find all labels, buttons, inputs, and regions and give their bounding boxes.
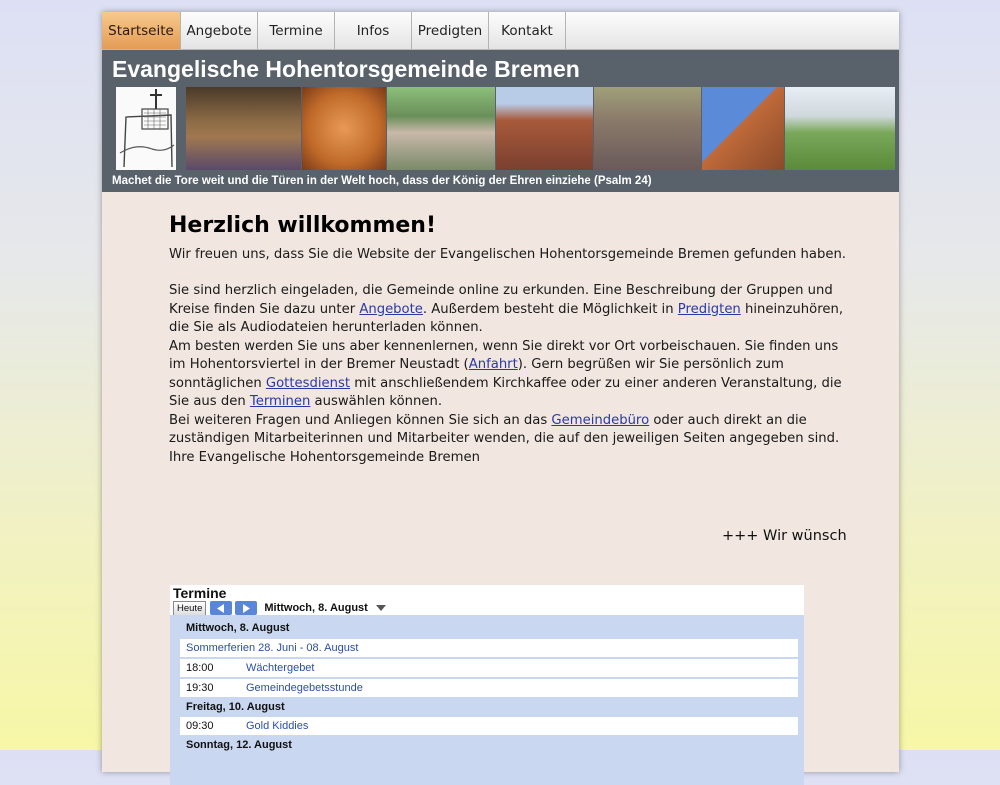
main-content: Herzlich willkommen! Wir freuen uns, das… — [169, 213, 849, 467]
closing-signature: Ihre Evangelische Hohentorsgemeinde Brem… — [169, 449, 480, 465]
paragraph-explore: Sie sind herzlich eingeladen, die Gemein… — [169, 283, 844, 335]
nav-termine[interactable]: Termine — [258, 12, 335, 49]
group-photo — [387, 87, 495, 170]
nav-predigten[interactable]: Predigten — [412, 12, 489, 49]
prev-arrow-icon — [217, 603, 225, 613]
link-terminen[interactable]: Terminen — [250, 394, 310, 409]
nav-kontakt[interactable]: Kontakt — [489, 12, 566, 49]
agenda-day-header: Sonntag, 12. August — [186, 736, 804, 754]
link-gemeindebuero[interactable]: Gemeindebüro — [551, 413, 649, 428]
agenda-event[interactable]: 19:30 Gemeindegebetsstunde — [180, 679, 798, 697]
agenda-event[interactable]: 09:30 Gold Kiddies — [180, 717, 798, 735]
calendar-agenda: Mittwoch, 8. August Sommerferien 28. Jun… — [170, 615, 804, 785]
nav-startseite[interactable]: Startseite — [102, 12, 181, 49]
agenda-day-header: Mittwoch, 8. August — [186, 619, 804, 637]
church-interior-photo — [186, 87, 301, 170]
link-predigten[interactable]: Predigten — [678, 302, 741, 317]
paragraph-visit: Am besten werden Sie uns aber kennenlern… — [169, 338, 842, 410]
calendar-title: Termine — [173, 585, 227, 601]
main-nav: Startseite Angebote Termine Infos Predig… — [102, 12, 899, 50]
page-container: Startseite Angebote Termine Infos Predig… — [102, 12, 899, 785]
next-arrow-icon — [243, 603, 251, 613]
next-button[interactable] — [235, 601, 258, 615]
church-building-photo — [496, 87, 593, 170]
page-title: Herzlich willkommen! — [169, 213, 436, 238]
news-ticker: +++ Wir wünsch — [722, 528, 847, 544]
agenda-day-header: Freitag, 10. August — [186, 698, 804, 716]
calendar-date-dropdown[interactable]: Mittwoch, 8. August — [264, 602, 367, 614]
nav-infos[interactable]: Infos — [335, 12, 412, 49]
prev-button[interactable] — [210, 601, 233, 615]
agenda-event[interactable]: 18:00 Wächtergebet — [180, 659, 798, 677]
intro-text: Wir freuen uns, dass Sie die Website der… — [169, 246, 847, 262]
header-banner: Evangelische Hohentorsgemeinde Bremen Ma… — [102, 50, 899, 192]
motto-text: Machet die Tore weit und die Türen in de… — [112, 175, 652, 187]
paragraph-contact: Bei weiteren Fragen und Anliegen können … — [169, 412, 840, 447]
today-button[interactable]: Heute — [173, 600, 207, 616]
link-gottesdienst[interactable]: Gottesdienst — [266, 376, 350, 391]
link-anfahrt[interactable]: Anfahrt — [469, 357, 518, 372]
church-drawing-image — [116, 87, 176, 170]
site-title: Evangelische Hohentorsgemeinde Bremen — [112, 56, 580, 82]
church-tower-photo — [702, 87, 784, 170]
link-angebote[interactable]: Angebote — [359, 302, 423, 317]
calendar-toolbar: Heute Mittwoch, 8. August — [173, 600, 386, 616]
football-photo — [785, 87, 895, 170]
cross-drawing-icon — [119, 89, 175, 168]
calendar-widget: Termine Heute Mittwoch, 8. August Mittwo… — [170, 585, 804, 785]
dropdown-caret-icon[interactable] — [375, 605, 386, 611]
nav-angebote[interactable]: Angebote — [181, 12, 258, 49]
congregation-photo — [594, 87, 701, 170]
agenda-allday-event[interactable]: Sommerferien 28. Juni - 08. August — [180, 639, 798, 657]
cross-wall-photo — [302, 87, 386, 170]
